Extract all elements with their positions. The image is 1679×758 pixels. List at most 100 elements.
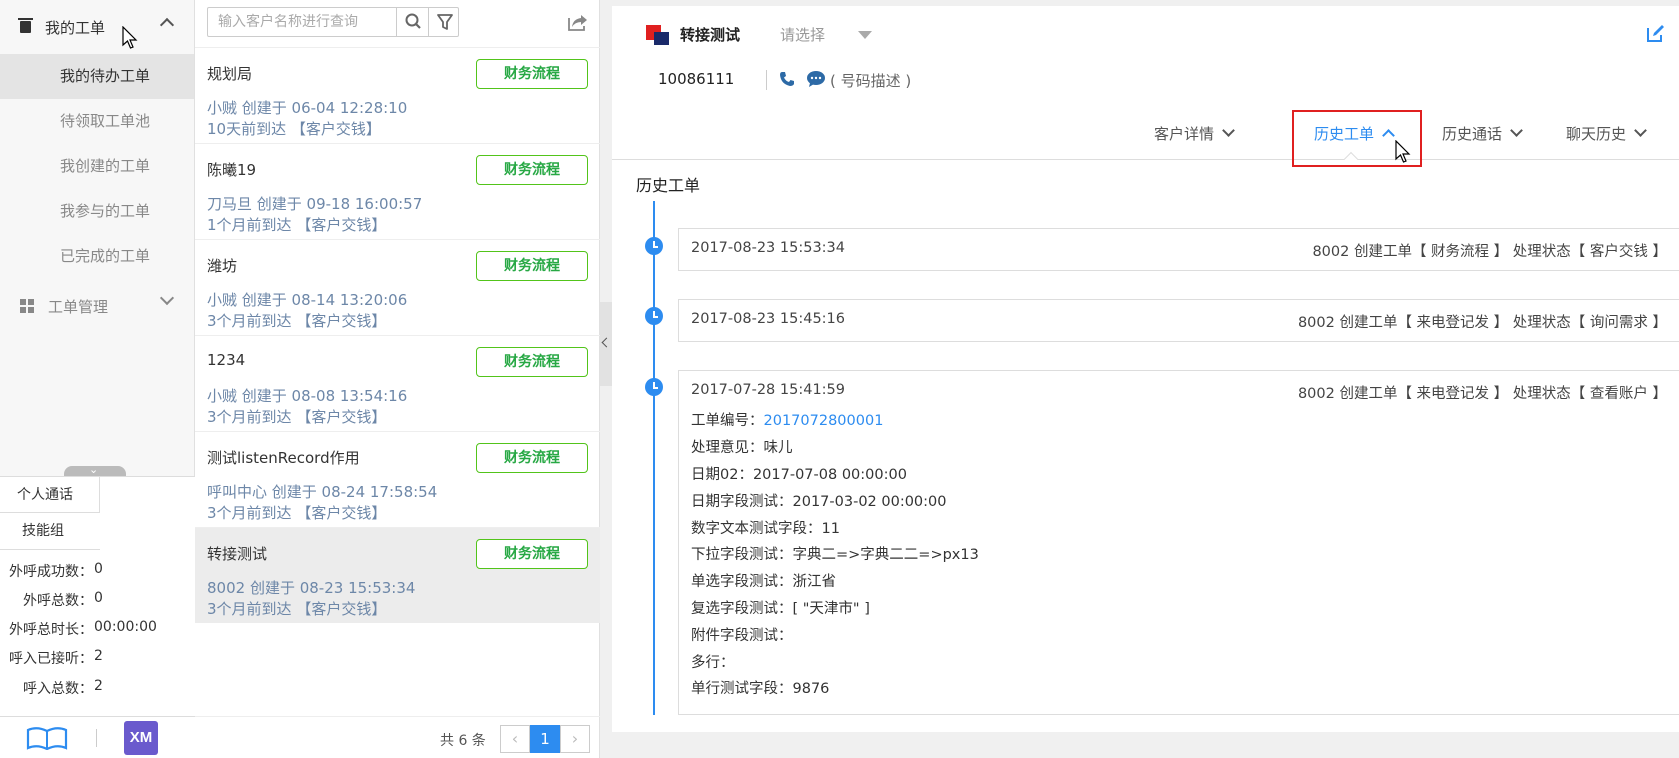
divider [766, 70, 767, 90]
ticket-flow-tag: 财务流程 [476, 155, 588, 185]
ticket-arrival: 3个月前到达 【客户交钱】 [207, 598, 386, 619]
tab-chat-history[interactable]: 聊天历史 [1566, 123, 1647, 144]
ticket-arrival: 1个月前到达 【客户交钱】 [207, 214, 386, 235]
stat-value: 2 [94, 648, 103, 664]
ticket-item[interactable]: 陈曦19 财务流程 刀马旦 创建于 09-18 16:00:57 1个月前到达 … [195, 143, 600, 239]
search-icon [405, 13, 421, 29]
ticket-flow-tag: 财务流程 [476, 443, 588, 473]
ticket-name: 转接测试 [207, 545, 268, 563]
tab-label: 聊天历史 [1566, 125, 1627, 143]
nav-item-pool[interactable]: 待领取工单池 [0, 99, 194, 144]
ticket-number-link[interactable]: 2017072800001 [764, 413, 884, 429]
customer-name: 转接测试 [680, 26, 741, 44]
edit-icon[interactable] [1645, 24, 1665, 44]
caret-down-icon[interactable] [858, 31, 872, 39]
ticket-arrival-time: 10天前到达 [207, 120, 287, 138]
chevron-down-icon [1222, 124, 1235, 137]
stat-label: 呼入已接听： [9, 651, 93, 667]
xm-logo[interactable]: XM [124, 721, 158, 755]
ticket-created-info: 小贼 创建于 08-14 13:20:06 [207, 291, 408, 309]
history-record[interactable]: 2017-08-23 15:45:16 8002 创建工单【 来电登记发 】 处… [678, 299, 1679, 342]
stat-label: 呼入总数： [23, 681, 93, 697]
ticket-flow-tag: 财务流程 [476, 59, 588, 89]
stat-outbound-success: 外呼成功数： 0 [0, 561, 195, 589]
ticket-item[interactable]: 测试listenRecord作用 财务流程 呼叫中心 创建于 08-24 17:… [195, 431, 600, 527]
tab-skill-group[interactable]: 技能组 [0, 513, 100, 550]
ticket-name: 潍坊 [207, 257, 238, 275]
record-time: 2017-07-28 15:41:59 [691, 382, 845, 398]
filter-icon [437, 14, 453, 30]
pagination: 共 6 条 ‹ 1 › [195, 716, 600, 758]
ticket-name: 测试listenRecord作用 [207, 449, 360, 467]
share-icon[interactable] [567, 12, 589, 32]
ticket-arrival: 3个月前到达 【客户交钱】 [207, 406, 386, 427]
mouse-cursor-icon [1395, 140, 1411, 163]
ticket-item-selected[interactable]: 转接测试 财务流程 8002 创建于 08-23 15:53:34 3个月前到达… [195, 527, 600, 623]
chevron-down-icon: ⌄ [89, 463, 99, 476]
pagination-page-1[interactable]: 1 [530, 725, 560, 753]
nav-item-participated[interactable]: 我参与的工单 [0, 189, 194, 234]
stat-label: 外呼总数： [23, 593, 93, 609]
chat-icon[interactable] [806, 70, 826, 88]
history-record[interactable]: 2017-08-23 15:53:34 8002 创建工单【 财务流程 】 处理… [678, 228, 1679, 271]
ticket-arrival: 3个月前到达 【客户交钱】 [207, 502, 386, 523]
stat-value: 2 [94, 678, 103, 694]
search-input[interactable] [208, 8, 388, 36]
nav-item-my-todo[interactable]: 我的待办工单 [0, 54, 194, 99]
ticket-item[interactable]: 规划局 财务流程 小贼 创建于 06-04 12:28:10 10天前到达 【客… [195, 47, 600, 143]
ticket-created-info: 8002 创建于 08-23 15:53:34 [207, 579, 416, 597]
nav-item-created[interactable]: 我创建的工单 [0, 144, 194, 189]
search-button[interactable] [396, 8, 428, 36]
record-time: 2017-08-23 15:45:16 [691, 311, 845, 327]
ticket-name: 1234 [207, 351, 246, 369]
customer-select[interactable]: 请选择 [780, 24, 825, 45]
tab-customer-details[interactable]: 客户详情 [1154, 123, 1235, 144]
tab-label: 历史通话 [1442, 125, 1503, 143]
ticket-item[interactable]: 1234 财务流程 小贼 创建于 08-08 13:54:16 3个月前到达 【… [195, 335, 600, 431]
grid-icon [20, 299, 34, 313]
stat-value: 0 [94, 590, 103, 606]
ticket-arrival-time: 3个月前到达 [207, 408, 292, 426]
stat-inbound-total: 呼入总数： 2 [0, 678, 195, 706]
ticket-status: 【客户交钱】 [290, 120, 381, 138]
tab-history-calls[interactable]: 历史通话 [1442, 123, 1523, 144]
ticket-status: 【客户交钱】 [296, 504, 387, 522]
nav-bottom-bar: XM [0, 716, 195, 758]
tab-label: 客户详情 [1154, 125, 1215, 143]
book-icon[interactable] [26, 726, 68, 750]
chevron-up-icon [159, 17, 175, 33]
field-label: 工单编号： [691, 413, 764, 429]
stats-collapse-toggle[interactable]: ⌄ [64, 463, 126, 476]
nav-item-completed[interactable]: 已完成的工单 [0, 234, 194, 279]
collapse-list-handle[interactable] [600, 302, 612, 386]
section-title: 历史工单 [636, 176, 701, 195]
ticket-list-pane: 规划局 财务流程 小贼 创建于 06-04 12:28:10 10天前到达 【客… [195, 0, 600, 758]
stat-label: 外呼总时长： [9, 622, 93, 638]
filter-button[interactable] [428, 8, 460, 36]
clock-icon [645, 237, 663, 255]
nav-group-ticket-mgmt[interactable]: 工单管理 [0, 279, 194, 333]
clipboard-icon [18, 18, 33, 33]
stat-outbound-duration: 外呼总时长： 00:00:00 [0, 619, 195, 647]
tab-personal-calls[interactable]: 个人通话 [0, 477, 100, 513]
pagination-next-button[interactable]: › [560, 725, 590, 753]
stat-outbound-total: 外呼总数： 0 [0, 590, 195, 618]
chevron-down-icon [1634, 124, 1647, 137]
stat-inbound-answered: 呼入已接听： 2 [0, 648, 195, 676]
record-field: 多行： [691, 655, 735, 671]
stat-value: 0 [94, 561, 103, 577]
tabs-divider [612, 159, 1679, 160]
record-time: 2017-08-23 15:53:34 [691, 240, 845, 256]
record-summary: 8002 创建工单【 财务流程 】 处理状态【 客户交钱 】 [1312, 244, 1667, 260]
ticket-name: 陈曦19 [207, 161, 257, 179]
ticket-item[interactable]: 潍坊 财务流程 小贼 创建于 08-14 13:20:06 3个月前到达 【客户… [195, 239, 600, 335]
pagination-prev-button[interactable]: ‹ [500, 725, 530, 753]
phone-icon[interactable] [778, 70, 796, 88]
record-field: 日期字段测试：2017-03-02 00:00:00 [691, 494, 947, 510]
ticket-arrival: 3个月前到达 【客户交钱】 [207, 310, 386, 331]
history-record-expanded[interactable]: 2017-07-28 15:41:59 8002 创建工单【 来电登记发 】 处… [678, 370, 1679, 715]
nav-group-my-tickets[interactable]: 我的工单 [0, 0, 194, 54]
ticket-created-info: 小贼 创建于 06-04 12:28:10 [207, 99, 408, 117]
customer-logo [646, 25, 670, 45]
detail-footer-strip [612, 732, 1679, 758]
